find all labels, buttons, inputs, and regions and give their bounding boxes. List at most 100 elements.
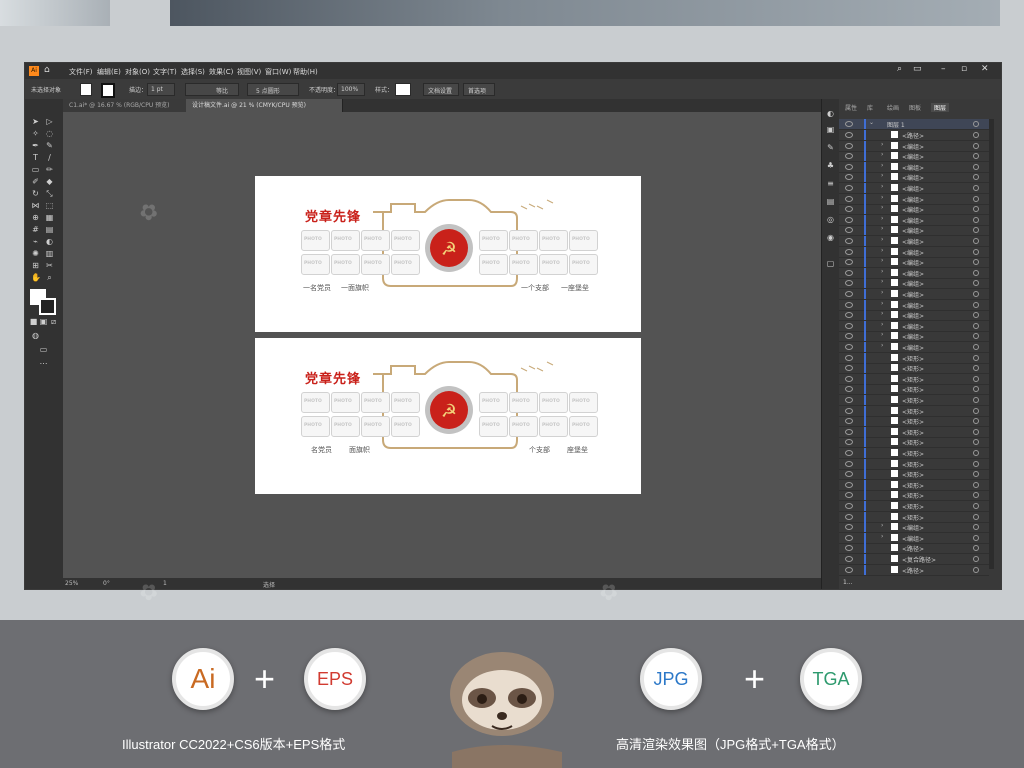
menu-help[interactable]: 帮助(H) bbox=[293, 67, 318, 77]
scale-icon[interactable]: ⤡ bbox=[45, 189, 54, 198]
pen-tool-icon[interactable]: ✒ bbox=[31, 141, 40, 150]
target-icon[interactable] bbox=[973, 566, 979, 573]
expand-arrow-icon[interactable]: › bbox=[881, 268, 883, 275]
layer-row[interactable]: › <编组> bbox=[839, 278, 989, 290]
canvas-area[interactable]: ☭ 党章先锋 PHOTO PHOTO PHOTO PHOTO PHOTO PHO… bbox=[63, 112, 823, 582]
layer-row[interactable]: › <编组> bbox=[839, 214, 989, 226]
target-icon[interactable] bbox=[973, 407, 979, 414]
visibility-eye-icon[interactable] bbox=[845, 248, 853, 255]
target-icon[interactable] bbox=[973, 132, 979, 138]
visibility-eye-icon[interactable] bbox=[845, 206, 853, 213]
target-icon[interactable] bbox=[973, 121, 979, 127]
layer-item-name[interactable]: <矩形> bbox=[902, 449, 924, 458]
expand-arrow-icon[interactable]: › bbox=[881, 172, 883, 179]
visibility-eye-icon[interactable] bbox=[845, 227, 853, 234]
stroke-swatch[interactable] bbox=[101, 83, 115, 98]
layers-scrollbar[interactable] bbox=[989, 119, 994, 569]
panel-tab-properties[interactable]: 属性 bbox=[845, 103, 857, 112]
target-icon[interactable] bbox=[973, 386, 979, 393]
target-icon[interactable] bbox=[973, 238, 979, 244]
layer-item-name[interactable]: <矩形> bbox=[902, 491, 924, 500]
selection-tool-icon[interactable]: ➤ bbox=[31, 117, 40, 126]
mesh-icon[interactable]: # bbox=[31, 225, 40, 234]
layer-item-name[interactable]: <路径> bbox=[902, 131, 924, 140]
target-icon[interactable] bbox=[973, 206, 979, 213]
layer-row[interactable]: › <编组> bbox=[839, 342, 989, 353]
color-panel-icon[interactable]: ◐ bbox=[826, 109, 835, 118]
panel-tab-layers[interactable]: 图层 bbox=[931, 103, 950, 112]
perspective-icon[interactable]: ▦ bbox=[45, 213, 54, 222]
free-transform-icon[interactable]: ⬚ bbox=[45, 201, 54, 210]
slice-icon[interactable]: ✂ bbox=[45, 261, 54, 270]
expand-arrow-icon[interactable]: › bbox=[881, 522, 883, 529]
type-tool-icon[interactable]: T bbox=[31, 153, 40, 162]
layer-row[interactable]: <矩形> bbox=[839, 437, 989, 449]
visibility-eye-icon[interactable] bbox=[845, 481, 853, 488]
tab-document-1[interactable]: C1.ai* @ 16.67 % (RGB/CPU 预览) bbox=[63, 99, 192, 112]
target-icon[interactable] bbox=[973, 397, 979, 403]
target-icon[interactable] bbox=[973, 227, 979, 234]
visibility-eye-icon[interactable] bbox=[845, 450, 853, 456]
layer-row[interactable]: <矩形> bbox=[839, 416, 989, 428]
visibility-eye-icon[interactable] bbox=[845, 312, 853, 319]
layer-item-name[interactable]: <路径> bbox=[902, 566, 924, 575]
hand-tool-icon[interactable]: ✋ bbox=[31, 273, 41, 282]
style-swatch[interactable] bbox=[395, 83, 411, 96]
visibility-eye-icon[interactable] bbox=[845, 132, 853, 138]
fill-swatch[interactable] bbox=[80, 83, 92, 96]
layer-item-name[interactable]: <编组> bbox=[902, 523, 924, 532]
layer-item-name[interactable]: <编组> bbox=[902, 173, 924, 182]
layer-item-name[interactable]: <矩形> bbox=[902, 481, 924, 490]
menu-edit[interactable]: 编辑(E) bbox=[97, 67, 121, 77]
target-icon[interactable] bbox=[973, 312, 979, 319]
stroke-profile-dropdown[interactable]: 等比 bbox=[185, 83, 239, 96]
transparency-icon[interactable]: ◎ bbox=[826, 215, 835, 224]
menu-type[interactable]: 文字(T) bbox=[153, 67, 177, 77]
layer-item-name[interactable]: <编组> bbox=[902, 152, 924, 161]
layer-item-name[interactable]: <编组> bbox=[902, 163, 924, 172]
paintbrush-icon[interactable]: ✏ bbox=[45, 165, 54, 174]
layer-row[interactable]: <路径> bbox=[839, 564, 989, 576]
target-icon[interactable] bbox=[973, 195, 979, 202]
eraser-icon[interactable]: ◆ bbox=[45, 177, 54, 186]
layer-item-name[interactable]: <矩形> bbox=[902, 364, 924, 373]
lasso-icon[interactable]: ◌ bbox=[45, 129, 54, 138]
layer-item-name[interactable]: <矩形> bbox=[902, 407, 924, 416]
visibility-eye-icon[interactable] bbox=[845, 333, 853, 340]
target-icon[interactable] bbox=[973, 280, 979, 287]
expand-arrow-icon[interactable]: › bbox=[881, 533, 883, 540]
expand-arrow-icon[interactable]: › bbox=[881, 236, 883, 243]
stroke-weight-field[interactable]: 1 pt bbox=[147, 83, 175, 96]
expand-arrow-icon[interactable]: › bbox=[881, 257, 883, 264]
layer-row[interactable]: <矩形> bbox=[839, 501, 989, 512]
target-icon[interactable] bbox=[973, 534, 979, 541]
layer-row-top[interactable]: ⌄ 图层 1 bbox=[839, 119, 989, 130]
layer-row[interactable]: › <编组> bbox=[839, 310, 989, 322]
target-icon[interactable] bbox=[973, 524, 979, 531]
visibility-eye-icon[interactable] bbox=[845, 386, 853, 393]
layer-item-name[interactable]: <编组> bbox=[902, 301, 924, 310]
layer-item-name[interactable]: <矩形> bbox=[902, 438, 924, 447]
layer-item-name[interactable]: <复合路径> bbox=[902, 555, 936, 564]
layer-row[interactable]: › <编组> bbox=[839, 299, 989, 311]
layer-row[interactable]: <复合路径> bbox=[839, 554, 989, 565]
target-icon[interactable] bbox=[973, 163, 979, 170]
layer-item-name[interactable]: <编组> bbox=[902, 290, 924, 299]
doc-setup-button[interactable]: 文档设置 bbox=[423, 83, 459, 96]
layer-row[interactable]: › <编组> bbox=[839, 236, 989, 247]
layer-row[interactable]: <矩形> bbox=[839, 458, 989, 470]
expand-arrow-icon[interactable]: › bbox=[881, 310, 883, 317]
layer-row[interactable]: › <编组> bbox=[839, 522, 989, 534]
expand-arrow-icon[interactable]: › bbox=[881, 194, 883, 201]
target-icon[interactable] bbox=[973, 450, 979, 456]
visibility-eye-icon[interactable] bbox=[845, 418, 853, 425]
graph-tool-icon[interactable]: ▥ bbox=[45, 249, 54, 258]
visibility-eye-icon[interactable] bbox=[845, 280, 853, 287]
expand-arrow-icon[interactable]: › bbox=[881, 151, 883, 158]
visibility-eye-icon[interactable] bbox=[845, 524, 853, 531]
width-tool-icon[interactable]: ⋈ bbox=[31, 201, 40, 210]
visibility-eye-icon[interactable] bbox=[845, 545, 853, 552]
gradient-icon[interactable]: ▤ bbox=[45, 225, 54, 234]
comments-icon[interactable]: ▢ bbox=[826, 259, 835, 268]
layer-row[interactable]: <矩形> bbox=[839, 490, 989, 502]
